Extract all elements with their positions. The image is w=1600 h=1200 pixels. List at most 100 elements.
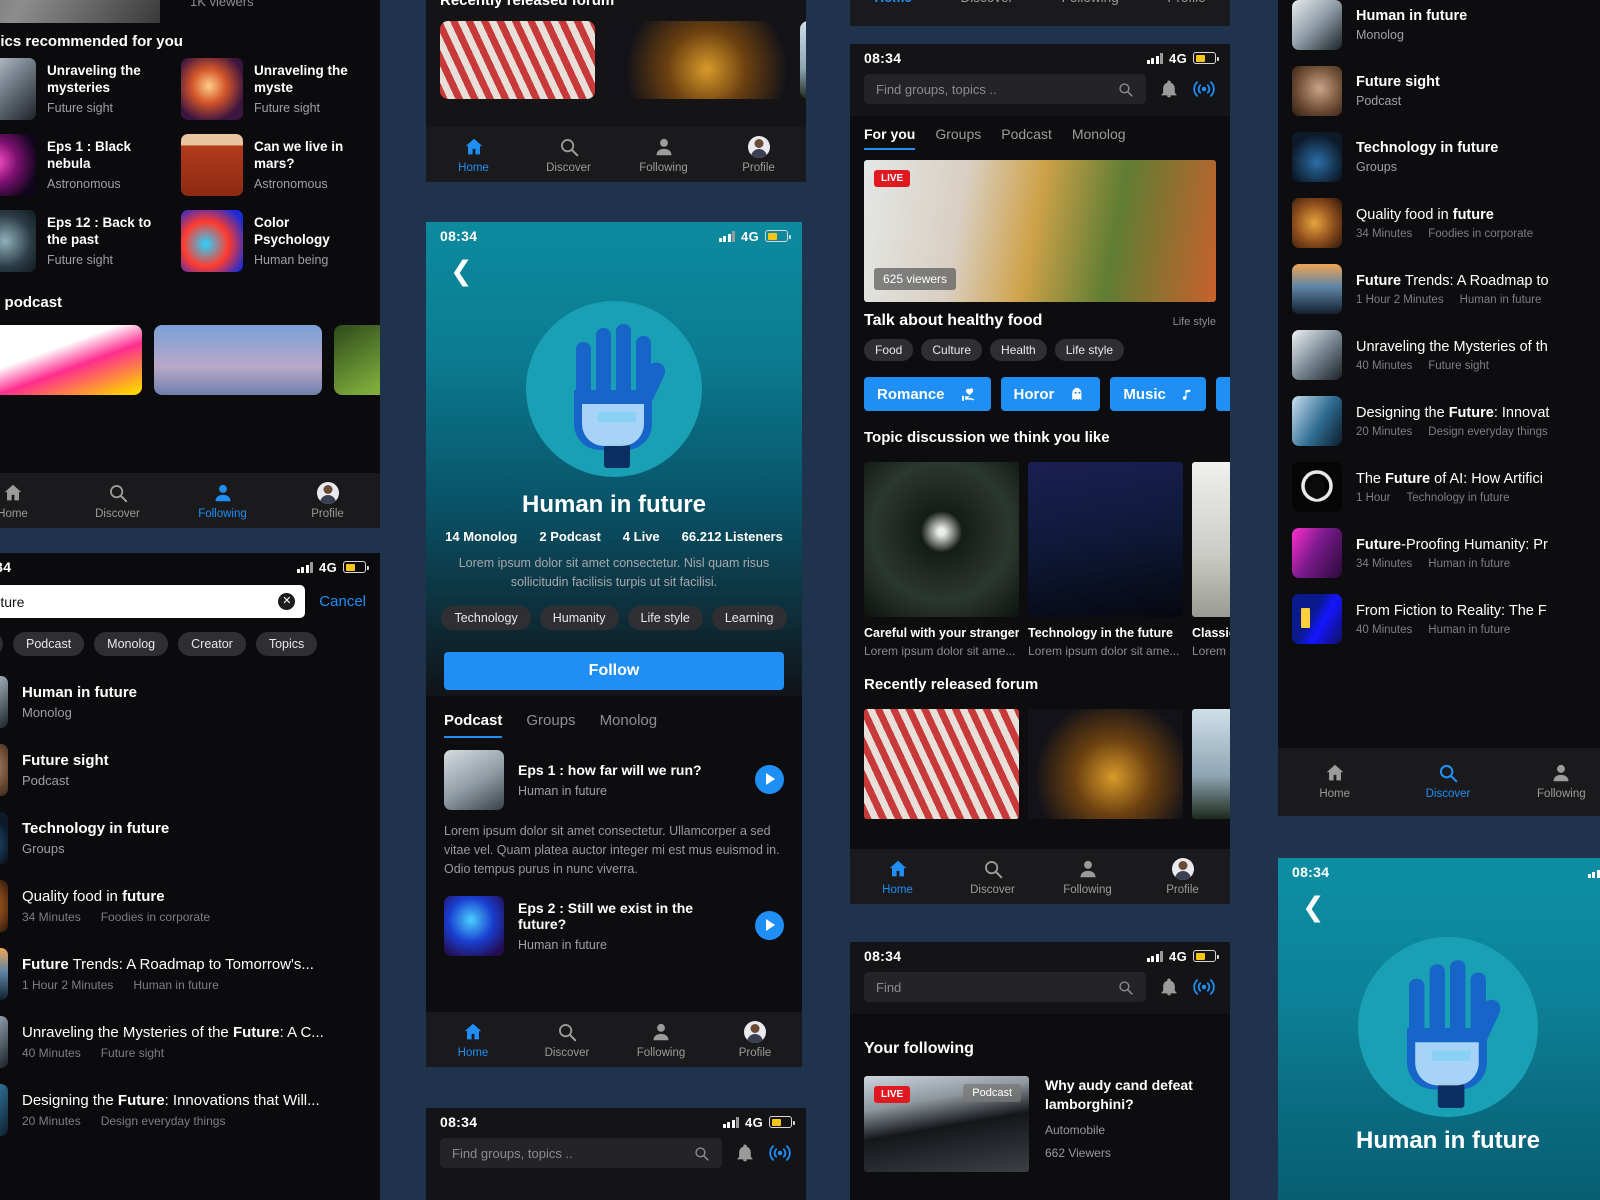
topic-card[interactable]: Technology in the future Lorem ipsum dol… — [1028, 462, 1183, 658]
nav-home[interactable]: Home — [1278, 762, 1391, 800]
forum-card[interactable] — [1028, 709, 1183, 819]
tab-profile[interactable]: Profile — [1167, 0, 1205, 5]
broadcast-icon[interactable] — [1192, 976, 1216, 998]
list-item[interactable]: Eps 1 : Black nebula Astronomous — [0, 134, 159, 196]
nav-profile[interactable]: Profile — [708, 1021, 802, 1059]
forum-card[interactable] — [440, 21, 595, 99]
tab-monolog[interactable]: Monolog — [1072, 126, 1126, 150]
live-card[interactable]: LIVE 625 viewers — [864, 160, 1216, 302]
nav-discover[interactable]: Discover — [520, 1021, 614, 1059]
search-input[interactable]: Find groups, topics .. — [440, 1138, 722, 1168]
search-input-wrap[interactable]: ✕ — [0, 585, 306, 618]
episode-row[interactable]: Eps 2 : Still we exist in the future? Hu… — [426, 880, 802, 956]
broadcast-icon[interactable] — [768, 1142, 792, 1164]
podcast-card[interactable] — [154, 325, 322, 395]
tab-home[interactable]: Home — [874, 0, 912, 5]
nav-discover[interactable]: Discover — [1391, 762, 1504, 800]
filter-chip[interactable]: Topics — [255, 632, 318, 656]
following-card[interactable]: LIVE Podcast Why audy cand defeat lambor… — [850, 1066, 1230, 1172]
nav-home[interactable]: Home — [426, 136, 521, 174]
nav-discover[interactable]: Discover — [945, 858, 1040, 896]
list-item[interactable]: Can we live in mars? Astronomous — [181, 134, 366, 196]
filter-chip[interactable]: Groups — [0, 632, 3, 656]
tag-chip[interactable]: Life style — [1054, 339, 1125, 361]
tab-groups[interactable]: Groups — [935, 126, 981, 150]
clear-icon[interactable]: ✕ — [278, 593, 296, 610]
genre-horor[interactable]: Horor — [1000, 377, 1101, 411]
bell-icon[interactable] — [735, 1142, 755, 1164]
broadcast-icon[interactable] — [1192, 78, 1216, 100]
list-item[interactable]: Human in future Monolog — [1278, 0, 1600, 58]
filter-chip[interactable]: Creator — [178, 632, 246, 656]
nav-profile[interactable]: Profile — [711, 136, 806, 174]
filter-chip[interactable]: Podcast — [13, 632, 85, 656]
podcast-card[interactable] — [334, 325, 380, 395]
play-icon[interactable] — [755, 765, 784, 794]
nav-discover[interactable]: Discover — [65, 482, 170, 520]
tab-podcast[interactable]: Podcast — [444, 712, 503, 738]
nav-profile[interactable]: Profile — [1135, 858, 1230, 896]
back-icon[interactable]: ❮ — [426, 248, 802, 285]
nav-following[interactable]: Following — [1505, 762, 1600, 800]
list-item[interactable]: Quality food in future 34 Minutes Foodies… — [0, 872, 380, 940]
tab-groups[interactable]: Groups — [526, 712, 575, 738]
nav-home[interactable]: Home — [850, 858, 945, 896]
nav-following[interactable]: Following — [614, 1021, 708, 1059]
genre-music[interactable]: Music — [1110, 377, 1206, 411]
tag-chip[interactable]: Health — [990, 339, 1047, 361]
forum-card[interactable] — [605, 21, 790, 99]
list-item[interactable]: Future Trends: A Roadmap to Tomorrow's..… — [0, 940, 380, 1008]
tab-monolog[interactable]: Monolog — [600, 712, 658, 738]
list-item[interactable]: Human in future Monolog — [0, 668, 380, 736]
episode-row[interactable]: Eps 1 : how far will we run? Human in fu… — [426, 738, 802, 810]
list-item[interactable]: Future Trends: A Roadmap to 1 Hour 2 Min… — [1278, 256, 1600, 322]
follow-button[interactable]: Follow — [444, 651, 784, 690]
list-item[interactable]: Future sight Podcast — [1278, 58, 1600, 124]
tag-chip[interactable]: Technology — [441, 605, 531, 630]
list-item[interactable]: Technology in future Groups — [0, 804, 380, 872]
nav-home[interactable]: Home — [426, 1021, 520, 1059]
forum-card[interactable] — [1192, 709, 1230, 819]
list-item[interactable]: The Future of AI: How Artifici 1 Hour Tec… — [1278, 454, 1600, 520]
list-item[interactable]: Future sight Podcast — [0, 736, 380, 804]
list-item[interactable]: Eps 12 : Back to the past Future sight — [0, 210, 159, 272]
nav-profile[interactable]: Profile — [275, 482, 380, 520]
tab-for-you[interactable]: For you — [864, 126, 916, 150]
bell-icon[interactable] — [1159, 78, 1179, 100]
tab-discover[interactable]: Discover — [961, 0, 1014, 5]
nav-discover[interactable]: Discover — [521, 136, 616, 174]
nav-following[interactable]: Following — [170, 482, 275, 520]
search-input[interactable] — [0, 593, 279, 610]
forum-card[interactable] — [800, 21, 806, 99]
tag-chip[interactable]: Humanity — [539, 605, 619, 630]
list-item[interactable]: Designing the Future: Innovat 20 Minutes… — [1278, 388, 1600, 454]
list-item[interactable]: From Fiction to Reality: The F 40 Minute… — [1278, 586, 1600, 652]
list-item[interactable]: Quality food in future 34 Minutes Foodies… — [1278, 190, 1600, 256]
back-icon[interactable]: ❮ — [1278, 884, 1600, 921]
tab-podcast[interactable]: Podcast — [1001, 126, 1052, 150]
nav-home[interactable]: Home — [0, 482, 65, 520]
genre-more[interactable] — [1215, 377, 1230, 411]
list-item[interactable]: Unraveling the Mysteries of the Future: … — [0, 1008, 380, 1076]
list-item[interactable]: Unraveling the mysteries Future sight — [0, 58, 159, 120]
list-item[interactable]: Color Psychology Human being — [181, 210, 366, 272]
list-item[interactable]: Designing the Future: Innovations that W… — [0, 1076, 380, 1144]
forum-card[interactable] — [864, 709, 1019, 819]
list-item[interactable]: Unraveling the myste Future sight — [181, 58, 366, 120]
genre-romance[interactable]: Romance — [864, 377, 991, 411]
podcast-card[interactable] — [0, 325, 142, 395]
tab-following[interactable]: Following — [1062, 0, 1119, 5]
bell-icon[interactable] — [1159, 976, 1179, 998]
topic-card[interactable]: Careful with your strangers Lorem ipsum … — [864, 462, 1019, 658]
nav-following[interactable]: Following — [616, 136, 711, 174]
cancel-button[interactable]: Cancel — [319, 593, 366, 610]
list-item[interactable]: Technology in future Groups — [1278, 124, 1600, 190]
list-item[interactable]: Future-Proofing Humanity: Pr 34 Minutes H… — [1278, 520, 1600, 586]
topic-card[interactable]: Classic Lorem ... — [1192, 462, 1230, 658]
search-input[interactable]: Find — [864, 972, 1146, 1002]
filter-chip[interactable]: Monolog — [94, 632, 169, 656]
tag-chip[interactable]: Food — [864, 339, 914, 361]
list-item[interactable]: Unraveling the Mysteries of th 40 Minute… — [1278, 322, 1600, 388]
nav-following[interactable]: Following — [1040, 858, 1135, 896]
tag-chip[interactable]: Life style — [627, 605, 703, 630]
